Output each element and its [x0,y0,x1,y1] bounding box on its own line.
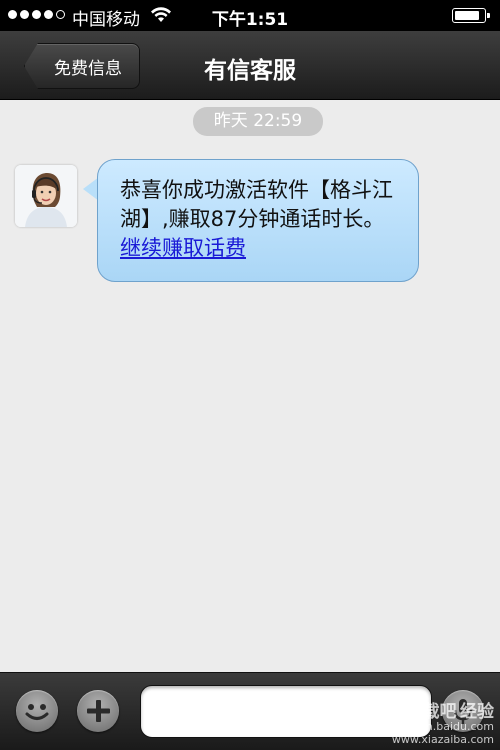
smiley-icon [25,704,49,720]
input-bar: 下载吧 经验 jingyan.baidu.com www.xiazaiba.co… [0,672,500,750]
watermark: 下载吧 经验 jingyan.baidu.com www.xiazaiba.co… [391,702,494,747]
message-bubble[interactable]: 恭喜你成功激活软件【格斗江湖】,赚取87分钟通话时长。继续赚取话费 [97,159,419,282]
agent-avatar[interactable] [15,165,77,227]
message-input[interactable] [140,685,432,738]
status-bar: 中国移动 下午1:51 [0,0,500,31]
navigation-bar: 免费信息 有信客服 [0,31,500,100]
add-button[interactable] [77,690,119,732]
earn-credit-link[interactable]: 继续赚取话费 [120,236,246,260]
emoji-button[interactable] [16,690,58,732]
chat-area[interactable]: 昨天 22:59 恭喜你成功激活软件【格斗江湖】,赚取87分钟通话时长。继续赚取… [0,100,500,672]
page-title: 有信客服 [204,58,296,84]
customer-service-avatar-icon [15,165,77,227]
message-text: 恭喜你成功激活软件【格斗江湖】,赚取87分钟通话时长。 [120,178,393,231]
status-time: 下午1:51 [211,10,289,30]
message-timestamp: 昨天 22:59 [193,107,323,136]
plus-icon [87,700,110,722]
battery-icon [452,8,490,23]
